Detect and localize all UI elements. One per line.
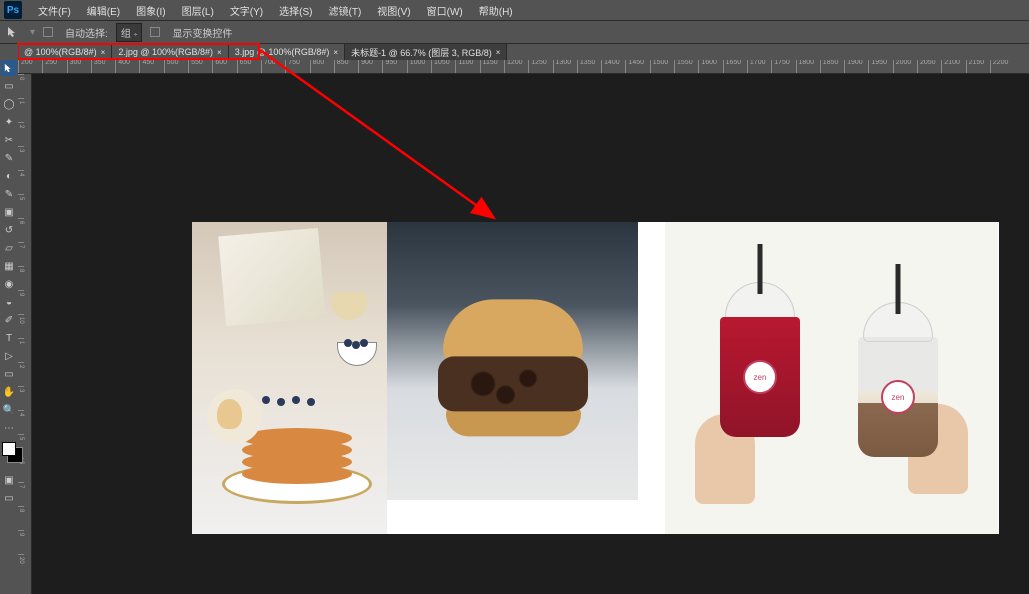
menu-view[interactable]: 视图(V) [369, 3, 418, 18]
type-tool[interactable]: T [1, 330, 17, 346]
screenmode-tool[interactable]: ▭ [1, 490, 17, 506]
menu-type[interactable]: 文字(Y) [222, 3, 271, 18]
edit-toolbar[interactable]: ⋯ [1, 420, 17, 436]
move-tool[interactable] [1, 60, 17, 76]
gradient-tool[interactable]: ▦ [1, 258, 17, 274]
menu-file[interactable]: 文件(F) [30, 3, 79, 18]
placed-image-3[interactable]: zen zen [665, 222, 998, 534]
autoselect-checkbox[interactable] [43, 27, 53, 37]
marquee-tool[interactable]: ▭ [1, 78, 17, 94]
tools-panel: ▭ ◯ ✦ ✂ ✎ ◐ ✎ ▣ ↺ ▱ ▦ ◉ ◒ ✐ T ▷ ▭ ✋ 🔍 ⋯ … [0, 44, 18, 506]
history-brush-tool[interactable]: ↺ [1, 222, 17, 238]
dodge-tool[interactable]: ◒ [1, 294, 17, 310]
menu-bar: Ps 文件(F) 编辑(E) 图象(I) 图层(L) 文字(Y) 选择(S) 滤… [0, 0, 1029, 20]
menu-help[interactable]: 帮助(H) [471, 3, 521, 18]
layer-group-dropdown[interactable]: 组 ÷ [116, 23, 143, 42]
path-tool[interactable]: ▷ [1, 348, 17, 364]
options-bar: ▾ 自动选择: 组 ÷ 显示变换控件 [0, 20, 1029, 44]
blur-tool[interactable]: ◉ [1, 276, 17, 292]
canvas-area[interactable]: zen zen [32, 74, 1029, 594]
document-tabs: @ 100%(RGB/8#)× 2.jpg @ 100%(RGB/8#)× 3.… [0, 44, 1029, 60]
doc-tab-1[interactable]: @ 100%(RGB/8#)× [18, 44, 112, 60]
crop-tool[interactable]: ✂ [1, 132, 17, 148]
ruler-horizontal[interactable]: 200 250 300 350 400 450 500 550 600 650 … [18, 60, 1029, 74]
healing-tool[interactable]: ◐ [1, 168, 17, 184]
tab-close-icon[interactable]: × [496, 48, 501, 57]
lasso-tool[interactable]: ◯ [1, 96, 17, 112]
autoselect-label: 自动选择: [65, 25, 108, 40]
ruler-vertical[interactable]: 0 1 2 3 4 5 6 7 8 9 10 1 2 3 4 5 6 7 8 9… [18, 74, 32, 594]
transform-checkbox[interactable] [150, 27, 160, 37]
move-tool-icon[interactable] [4, 23, 22, 41]
magic-wand-tool[interactable]: ✦ [1, 114, 17, 130]
menu-image[interactable]: 图象(I) [128, 3, 173, 18]
placed-image-1[interactable] [192, 222, 387, 534]
tab-close-icon[interactable]: × [101, 48, 106, 57]
stamp-tool[interactable]: ▣ [1, 204, 17, 220]
menu-select[interactable]: 选择(S) [271, 3, 320, 18]
eyedropper-tool[interactable]: ✎ [1, 150, 17, 166]
quickmask-tool[interactable]: ▣ [1, 472, 17, 488]
menu-layer[interactable]: 图层(L) [174, 3, 222, 18]
menu-edit[interactable]: 编辑(E) [79, 3, 128, 18]
doc-tab-2[interactable]: 2.jpg @ 100%(RGB/8#)× [112, 44, 228, 60]
app-logo: Ps [4, 1, 22, 19]
transform-label: 显示变换控件 [172, 25, 232, 40]
tab-close-icon[interactable]: × [333, 48, 338, 57]
menu-filter[interactable]: 滤镜(T) [321, 3, 370, 18]
eraser-tool[interactable]: ▱ [1, 240, 17, 256]
zoom-tool[interactable]: 🔍 [1, 402, 17, 418]
placed-image-2[interactable] [387, 222, 638, 500]
tab-close-icon[interactable]: × [217, 48, 222, 57]
document-canvas[interactable]: zen zen [192, 222, 999, 534]
doc-tab-3[interactable]: 3.jpg @ 100%(RGB/8#)× [229, 44, 345, 60]
menu-window[interactable]: 窗口(W) [419, 3, 471, 18]
pen-tool[interactable]: ✐ [1, 312, 17, 328]
foreground-bg-colors[interactable] [2, 442, 16, 456]
doc-tab-4[interactable]: 未标题-1 @ 66.7% (图层 3, RGB/8)× [345, 44, 507, 60]
shape-tool[interactable]: ▭ [1, 366, 17, 382]
brush-tool[interactable]: ✎ [1, 186, 17, 202]
hand-tool[interactable]: ✋ [1, 384, 17, 400]
